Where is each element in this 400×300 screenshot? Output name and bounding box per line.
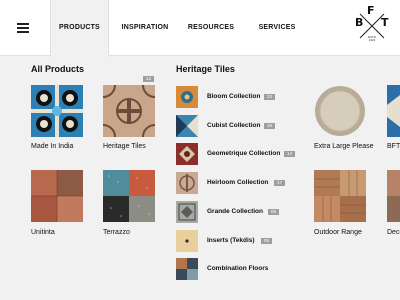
round-plate-icon xyxy=(314,85,366,137)
unitinta-label[interactable]: Unitinta xyxy=(31,229,55,236)
inserts-label: Inserts (Tekdis) xyxy=(207,237,255,244)
deco-label[interactable]: Deco xyxy=(387,229,400,236)
inserts-thumb-icon xyxy=(176,230,198,252)
cubist-thumb-icon xyxy=(176,115,198,137)
geometrique-thumb-icon xyxy=(176,143,198,165)
heritage-tiles-label[interactable]: Heritage Tiles xyxy=(103,143,146,150)
cubist-count-badge: 16 xyxy=(264,123,276,129)
deco-tile-icon xyxy=(387,170,400,222)
grande-label: Grande Collection xyxy=(207,208,263,215)
heirloom-label: Heirloom Collection xyxy=(207,179,269,186)
heirloom-thumb-icon xyxy=(176,172,198,194)
grande-thumb-icon xyxy=(176,201,198,223)
cubist-label: Cubist Collection xyxy=(207,122,261,129)
tab-inspiration[interactable]: INSPIRATION xyxy=(114,0,176,56)
terracotta-tile-icon xyxy=(31,170,83,222)
outdoor-range-tile[interactable] xyxy=(314,170,366,222)
logo-established: ESTD 1922 xyxy=(367,35,376,42)
bft-plus-tile[interactable] xyxy=(387,85,400,137)
blue-geometric-icon xyxy=(387,85,400,137)
bloom-count-badge: 23 xyxy=(264,94,276,100)
tab-resources[interactable]: RESOURCES xyxy=(182,0,240,56)
extra-large-tile[interactable] xyxy=(314,85,366,137)
logo-letter-t: T xyxy=(381,16,389,29)
heritage-tiles-count-badge: 12 xyxy=(143,76,155,82)
deco-tile[interactable] xyxy=(387,170,400,222)
logo-letter-b: B xyxy=(355,16,364,29)
bloom-thumb-icon xyxy=(176,86,198,108)
list-item-geometrique[interactable]: Geometrique Collection 14 xyxy=(176,143,306,165)
list-item-cubist[interactable]: Cubist Collection 16 xyxy=(176,115,286,137)
tab-services[interactable]: SERVICES xyxy=(248,0,306,56)
terrazzo-label[interactable]: Terrazzo xyxy=(103,229,130,236)
heirloom-count-badge: 17 xyxy=(274,180,286,186)
bloom-label: Bloom Collection xyxy=(207,93,261,100)
menu-icon[interactable] xyxy=(17,23,29,33)
list-item-inserts[interactable]: Inserts (Tekdis) 05 xyxy=(176,230,286,252)
inserts-count-badge: 05 xyxy=(261,238,273,244)
list-item-grande[interactable]: Grande Collection 08 xyxy=(176,201,286,223)
outdoor-range-label[interactable]: Outdoor Range xyxy=(314,229,362,236)
heritage-tiles-heading: Heritage Tiles xyxy=(176,64,235,74)
grande-count-badge: 08 xyxy=(268,209,280,215)
bft-plus-label[interactable]: BFT+ xyxy=(387,143,400,150)
extra-large-label[interactable]: Extra Large Please xyxy=(314,143,374,150)
unitinta-tile[interactable] xyxy=(31,170,83,222)
list-item-bloom[interactable]: Bloom Collection 23 xyxy=(176,86,286,108)
made-in-india-tile[interactable] xyxy=(31,85,83,137)
list-item-combination[interactable]: Combination Floors xyxy=(176,258,286,280)
terrazzo-tile-icon xyxy=(103,170,155,222)
heritage-tile-icon xyxy=(103,85,155,137)
top-nav: PRODUCTS INSPIRATION RESOURCES SERVICES … xyxy=(0,0,400,57)
heritage-tiles-tile[interactable] xyxy=(103,85,155,137)
combination-thumb-icon xyxy=(176,258,198,280)
made-in-india-label[interactable]: Made In India xyxy=(31,143,73,150)
list-item-heirloom[interactable]: Heirloom Collection 17 xyxy=(176,172,296,194)
logo-letter-f: F xyxy=(367,4,375,17)
brand-logo[interactable]: F B T ESTD 1922 xyxy=(352,4,392,46)
geometrique-count-badge: 14 xyxy=(284,151,296,157)
blue-patterned-tile-icon xyxy=(31,85,83,137)
geometrique-label: Geometrique Collection xyxy=(207,150,281,157)
outdoor-tile-icon xyxy=(314,170,366,222)
combination-label: Combination Floors xyxy=(207,265,269,272)
all-products-heading: All Products xyxy=(31,64,85,74)
terrazzo-tile[interactable] xyxy=(103,170,155,222)
tab-products[interactable]: PRODUCTS xyxy=(50,0,109,57)
